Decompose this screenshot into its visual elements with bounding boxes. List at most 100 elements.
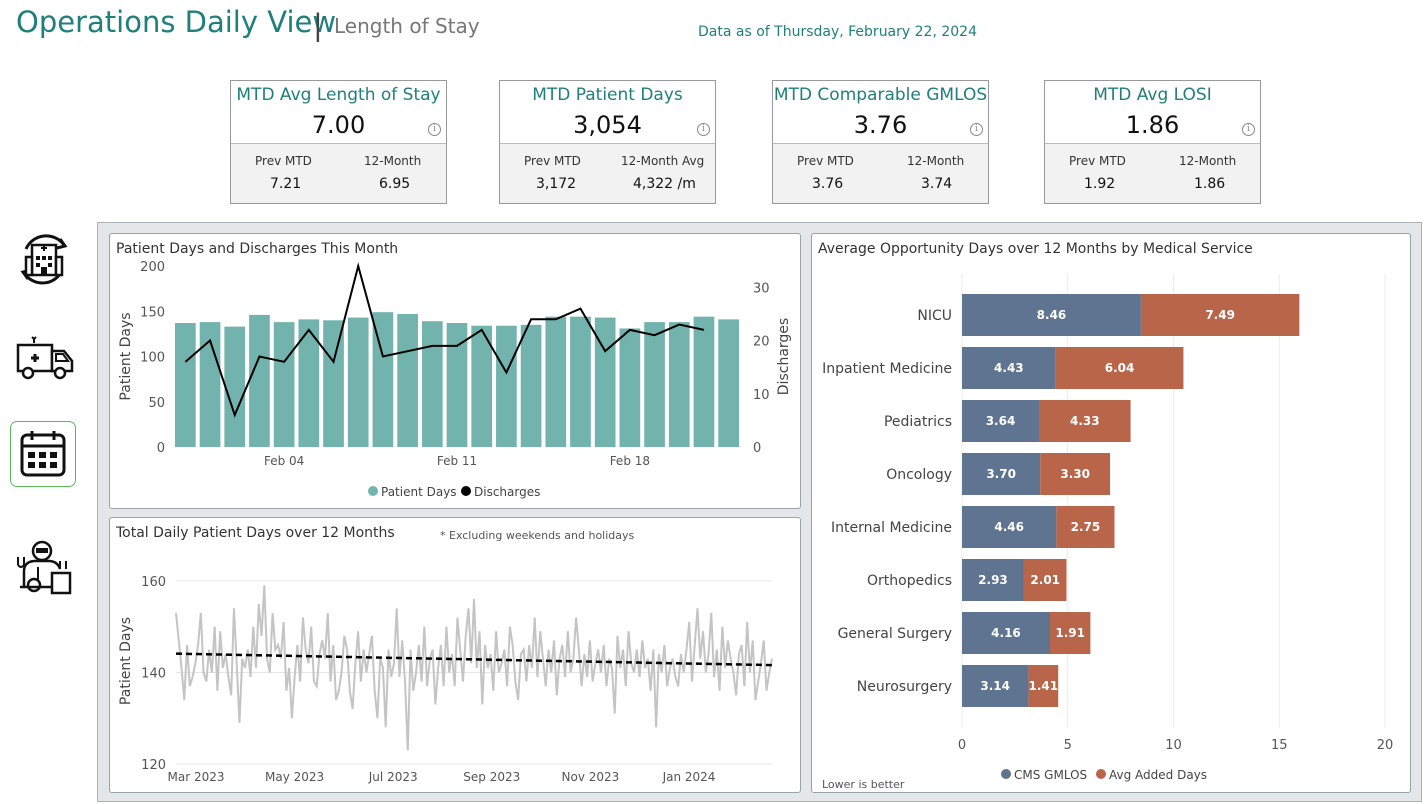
data-as-of-date: Data as of Thursday, February 22, 2024: [698, 24, 977, 40]
bar-patient-days: [718, 319, 739, 447]
x-tick-label: Nov 2023: [562, 770, 620, 784]
calendar-icon: [20, 431, 66, 477]
kpi-value: 3,054: [573, 111, 642, 139]
kpi-card-losi: MTD Avg LOSI 1.86 i Prev MTD 1.92 12-Mon…: [1044, 80, 1261, 204]
kpi-left-value: 1.92: [1084, 176, 1116, 192]
bar-patient-days: [693, 316, 715, 447]
x-tick-label: Feb 11: [437, 454, 477, 468]
y-tick-label: 100: [140, 351, 165, 366]
category-label: Internal Medicine: [831, 520, 952, 536]
data-label: 7.49: [1205, 308, 1235, 322]
kpi-title: MTD Comparable GMLOS: [773, 85, 988, 105]
kpi-right-value: 6.95: [379, 176, 411, 192]
ambulance-icon: [16, 336, 74, 380]
y-tick-label: 200: [140, 260, 165, 275]
bar-patient-days: [570, 316, 591, 447]
kpi-left-label: Prev MTD: [1069, 154, 1126, 168]
bar-patient-days: [668, 322, 690, 447]
kpi-left-label: Prev MTD: [797, 154, 854, 168]
kpi-left-value: 3,172: [536, 176, 577, 192]
nav-doctor[interactable]: [12, 535, 76, 599]
bar-patient-days: [347, 317, 369, 447]
x-tick-label: Feb 04: [264, 454, 304, 468]
kpi-value: 7.00: [311, 111, 366, 139]
kpi-value: 3.76: [853, 111, 908, 139]
kpi-right-label: 12-Month: [907, 154, 965, 168]
bar-patient-days: [496, 325, 517, 447]
data-label: 4.16: [991, 626, 1021, 640]
y-axis-label: Patient Days: [118, 617, 134, 705]
kpi-comparison: Prev MTD 3.76 12-Month 3.74: [773, 143, 988, 203]
y2-tick-label: 20: [753, 335, 770, 350]
nav-calendar[interactable]: [10, 421, 76, 487]
category-label: General Surgery: [838, 626, 952, 642]
info-icon[interactable]: i: [428, 123, 441, 136]
data-label: 4.43: [994, 361, 1024, 375]
x-tick-label: 5: [1064, 738, 1072, 753]
panel-total-daily-patient-days: Total Daily Patient Days over 12 Months …: [109, 517, 801, 793]
kpi-card-gmlos: MTD Comparable GMLOS 3.76 i Prev MTD 3.7…: [772, 80, 989, 204]
y-tick-label: 150: [140, 305, 165, 320]
nav-ambulance[interactable]: [12, 325, 76, 389]
y2-axis-label: Discharges: [776, 318, 792, 395]
legend-marker-discharges: [461, 486, 471, 496]
kpi-comparison: Prev MTD 1.92 12-Month 1.86: [1045, 143, 1260, 203]
data-label: 1.91: [1055, 626, 1085, 640]
y-tick-label: 0: [157, 441, 165, 456]
x-tick-label: Jul 2023: [368, 770, 418, 784]
bar-patient-days: [619, 328, 641, 447]
x-tick-label: 10: [1165, 738, 1182, 753]
kpi-card-patient-days: MTD Patient Days 3,054 i Prev MTD 3,172 …: [499, 80, 716, 204]
info-icon[interactable]: i: [970, 123, 983, 136]
category-label: Pediatrics: [884, 414, 952, 430]
data-label: 2.93: [978, 573, 1008, 587]
data-label: 4.46: [994, 520, 1024, 534]
bar-patient-days: [644, 322, 665, 447]
x-tick-label: Feb 18: [610, 454, 650, 468]
total-daily-patient-days-chart: 120 140 160 Mar 2023 May 2023 Jul 2023 Sep 202…: [118, 575, 773, 784]
kpi-right-value: 4,322 /m: [633, 176, 696, 192]
opportunity-days-chart: 0 5 10 15 20 NICU 8.46 7.49 Inpatient Medicine 4.…: [822, 274, 1394, 782]
bar-patient-days: [273, 322, 295, 447]
legend-label: Avg Added Days: [1109, 768, 1207, 782]
x-tick-label: 20: [1377, 738, 1394, 753]
panel-patient-days-discharges: Patient Days and Discharges This Month 0…: [109, 233, 801, 509]
info-icon[interactable]: i: [697, 123, 710, 136]
legend-label: CMS GMLOS: [1014, 768, 1087, 782]
legend-marker-patient-days: [368, 486, 378, 496]
kpi-left-value: 3.76: [812, 176, 844, 192]
doctor-icon: [17, 540, 72, 595]
kpi-title: MTD Avg Length of Stay: [236, 85, 441, 105]
data-label: 3.70: [986, 467, 1016, 481]
nav-hospital-cycle[interactable]: [12, 227, 76, 291]
patient-days-discharges-chart: 0 50 100 150 200 0 10 20 30 Feb 04 Feb 11 Feb 18 Pat…: [118, 260, 792, 499]
category-label: Orthopedics: [867, 573, 952, 589]
title-separator: |: [313, 8, 323, 42]
dashboard-root: Operations Daily View | Length of Stay D…: [0, 0, 1425, 804]
data-label: 3.14: [980, 679, 1010, 693]
data-label: 2.75: [1071, 520, 1101, 534]
y-tick-label: 140: [141, 666, 166, 681]
x-tick-label: Sep 2023: [463, 770, 520, 784]
kpi-left-value: 7.21: [270, 176, 302, 192]
kpi-comparison: Prev MTD 3,172 12-Month Avg 4,322 /m: [500, 143, 715, 203]
bar-patient-days: [175, 323, 196, 447]
y-axis-label: Patient Days: [118, 312, 134, 400]
data-label: 6.04: [1105, 361, 1135, 375]
y-tick-label: 160: [141, 575, 166, 590]
kpi-left-label: Prev MTD: [524, 154, 581, 168]
kpi-title: MTD Patient Days: [532, 85, 683, 105]
bar-patient-days: [520, 324, 542, 447]
category-label: Oncology: [886, 467, 952, 483]
bar-patient-days: [421, 321, 443, 447]
y2-tick-label: 0: [753, 441, 761, 456]
data-label: 2.01: [1030, 573, 1060, 587]
x-tick-label: Jan 2024: [662, 770, 716, 784]
y-tick-label: 120: [141, 758, 166, 773]
line-daily-patient-days: [175, 585, 773, 751]
info-icon[interactable]: i: [1242, 123, 1255, 136]
kpi-card-avg-los: MTD Avg Length of Stay 7.00 i Prev MTD 7…: [230, 80, 447, 204]
charts-frame: Patient Days and Discharges This Month 0…: [97, 222, 1422, 802]
bar-patient-days: [397, 313, 418, 447]
legend-marker-cms-gmlos: [1001, 769, 1011, 779]
